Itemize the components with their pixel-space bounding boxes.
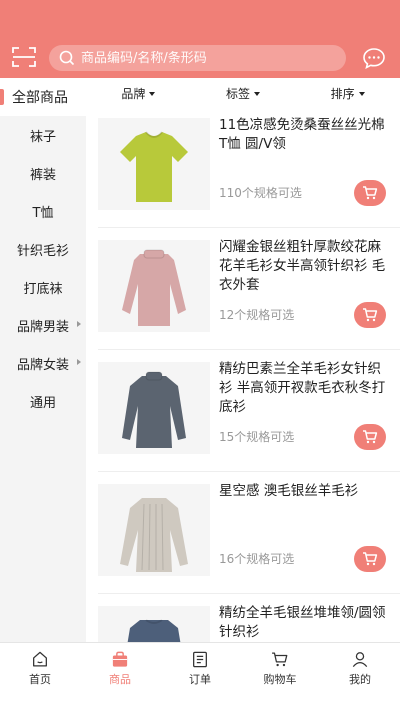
filter-label: 排序 <box>330 86 355 101</box>
product-title: 星空感 澳毛银丝羊毛衫 <box>219 483 359 499</box>
filter-0[interactable]: 品牌 <box>86 85 191 102</box>
tab-bag[interactable]: 商品 <box>80 643 160 687</box>
sidebar-item-label: 袜子 <box>29 129 56 145</box>
product-list: 11色凉感免烫桑蚕丝丝光棉T恤 圆/V领 110个规格可选 闪耀金银丝粗针厚款绞… <box>86 108 400 642</box>
product-specs: 15个规格可选 <box>219 430 295 444</box>
product-image[interactable] <box>98 606 210 642</box>
home-indicator-area <box>0 687 400 711</box>
product-image[interactable] <box>98 484 210 576</box>
bottom-tab-bar: 首页 商品 订单 购物车 我的 <box>0 642 400 687</box>
sidebar-item-label: 裤装 <box>29 167 56 183</box>
product-title: 精纺巴素兰全羊毛衫女针织衫 半高领开衩款毛衣秋冬打底衫 <box>219 361 386 415</box>
expand-arrow-icon <box>77 321 81 327</box>
sidebar-item-0[interactable]: 全部商品 <box>0 78 86 116</box>
cart-icon <box>272 652 288 667</box>
tab-label: 购物车 <box>263 673 297 686</box>
add-to-cart-button[interactable] <box>354 424 386 450</box>
sidebar-item-label: 通用 <box>29 395 56 411</box>
message-icon[interactable] <box>362 47 386 69</box>
sidebar-item-5[interactable]: 打底袜 <box>0 268 86 306</box>
divider <box>98 227 400 228</box>
product-title: 精纺全羊毛银丝堆堆领/圆领针织衫 <box>219 605 386 640</box>
scan-icon[interactable] <box>12 46 36 68</box>
user-icon <box>352 652 368 668</box>
product-title: 闪耀金银丝粗针厚款绞花麻花羊毛衫女半高领针织衫 毛衣外套 <box>219 239 386 293</box>
product-item[interactable]: 闪耀金银丝粗针厚款绞花麻花羊毛衫女半高领针织衫 毛衣外套 12个规格可选 <box>86 230 400 350</box>
header <box>0 0 400 78</box>
add-to-cart-button[interactable] <box>354 302 386 328</box>
tab-label: 首页 <box>29 673 51 686</box>
tab-cart[interactable]: 购物车 <box>240 643 320 687</box>
product-item[interactable]: 精纺巴素兰全羊毛衫女针织衫 半高领开衩款毛衣秋冬打底衫 15个规格可选 <box>86 352 400 472</box>
sidebar-item-6[interactable]: 品牌男装 <box>0 306 86 344</box>
divider <box>98 349 400 350</box>
filter-label: 标签 <box>226 86 251 101</box>
caret-down-icon <box>358 92 365 96</box>
expand-arrow-icon <box>77 359 81 365</box>
tab-label: 我的 <box>349 673 371 686</box>
divider <box>98 593 400 594</box>
search-bar[interactable] <box>49 45 346 71</box>
sidebar-item-4[interactable]: 针织毛衫 <box>0 230 86 268</box>
filter-label: 品牌 <box>121 86 146 101</box>
filter-bar: 品牌 标签 排序 <box>86 78 400 108</box>
search-input[interactable] <box>81 50 321 66</box>
home-icon <box>33 651 47 667</box>
category-sidebar: 全部商品袜子裤装 T恤针织毛衫打底袜品牌男装品牌女装通用 <box>0 78 86 642</box>
sidebar-item-label: 打底袜 <box>23 281 63 297</box>
tab-order[interactable]: 订单 <box>160 643 240 687</box>
sidebar-item-label: 全部商品 <box>12 90 68 106</box>
product-specs: 110个规格可选 <box>219 186 302 200</box>
cart-icon <box>363 308 378 322</box>
product-specs: 12个规格可选 <box>219 308 295 322</box>
product-image[interactable] <box>98 240 210 332</box>
product-item[interactable]: 精纺全羊毛银丝堆堆领/圆领针织衫 <box>86 596 400 642</box>
caret-down-icon <box>254 92 261 96</box>
sidebar-item-1[interactable]: 袜子 <box>0 116 86 154</box>
tab-home[interactable]: 首页 <box>0 643 80 687</box>
product-item[interactable]: 11色凉感免烫桑蚕丝丝光棉T恤 圆/V领 110个规格可选 <box>86 108 400 228</box>
add-to-cart-button[interactable] <box>354 180 386 206</box>
tab-label: 订单 <box>189 673 211 686</box>
product-image[interactable] <box>98 118 210 210</box>
caret-down-icon <box>149 92 156 96</box>
add-to-cart-button[interactable] <box>354 546 386 572</box>
filter-2[interactable]: 排序 <box>295 85 400 102</box>
filter-1[interactable]: 标签 <box>191 85 296 102</box>
cart-icon <box>363 552 378 566</box>
product-specs: 16个规格可选 <box>219 552 295 566</box>
product-title: 11色凉感免烫桑蚕丝丝光棉T恤 圆/V领 <box>219 117 385 152</box>
divider <box>98 471 400 472</box>
tab-label: 商品 <box>109 673 131 686</box>
bag-icon <box>112 651 128 667</box>
sidebar-item-label: 针织毛衫 <box>16 243 69 259</box>
search-icon <box>59 50 75 66</box>
sidebar-item-3[interactable]: T恤 <box>0 192 86 230</box>
sidebar-item-2[interactable]: 裤装 <box>0 154 86 192</box>
sidebar-item-8[interactable]: 通用 <box>0 382 86 420</box>
cart-icon <box>363 430 378 444</box>
product-image[interactable] <box>98 362 210 454</box>
tab-user[interactable]: 我的 <box>320 643 400 687</box>
order-icon <box>193 651 207 668</box>
sidebar-item-label: T恤 <box>32 205 54 221</box>
sidebar-item-7[interactable]: 品牌女装 <box>0 344 86 382</box>
cart-icon <box>363 186 378 200</box>
product-item[interactable]: 星空感 澳毛银丝羊毛衫 16个规格可选 <box>86 474 400 594</box>
sidebar-item-label: 品牌男装 <box>16 319 69 335</box>
sidebar-item-label: 品牌女装 <box>16 357 69 373</box>
